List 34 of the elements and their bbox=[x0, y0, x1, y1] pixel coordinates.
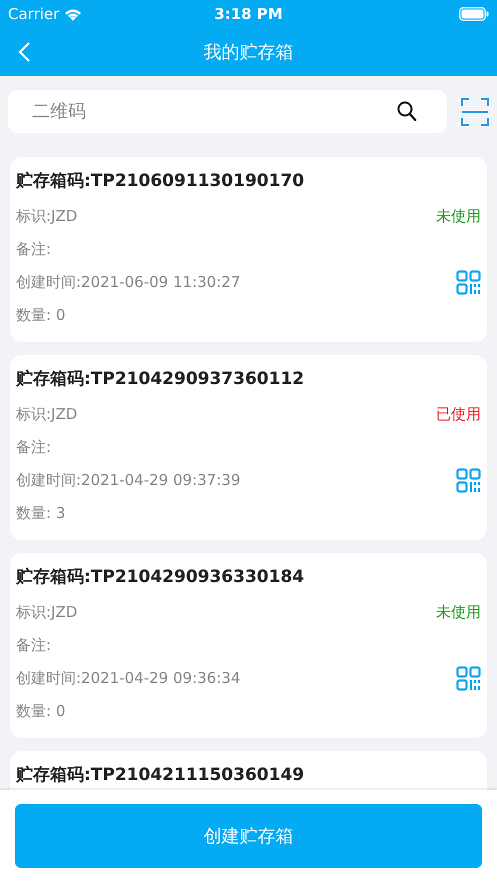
wifi-icon bbox=[64, 8, 82, 20]
status-label: 未使用 bbox=[436, 207, 481, 226]
qr-code-icon[interactable] bbox=[456, 468, 481, 493]
battery-icon bbox=[459, 7, 489, 21]
tag-label: 标识:JZD bbox=[16, 603, 78, 622]
tag-label: 标识:JZD bbox=[16, 207, 78, 226]
page-title: 我的贮存箱 bbox=[204, 41, 294, 64]
box-code: 贮存箱码:TP2106091130190170 bbox=[16, 170, 304, 192]
search-icon[interactable] bbox=[397, 101, 417, 122]
quantity-label: 数量: 0 bbox=[16, 702, 66, 721]
quantity-label: 数量: 0 bbox=[16, 306, 66, 325]
box-code: 贮存箱码:TP2104290937360112 bbox=[16, 368, 304, 390]
status-label: 已使用 bbox=[436, 405, 481, 424]
note-label: 备注: bbox=[16, 438, 52, 457]
storage-box-card[interactable]: 贮存箱码:TP2106091130190170 标识:JZD 未使用 备注: 创建时间:2021-06-09 11:30:27 数量: 0 bbox=[10, 157, 487, 342]
status-label: 未使用 bbox=[436, 603, 481, 622]
scan-icon[interactable] bbox=[461, 98, 489, 126]
box-code: 贮存箱码:TP2104211150360149 bbox=[16, 764, 304, 786]
tag-label: 标识:JZD bbox=[16, 405, 78, 424]
qr-code-icon[interactable] bbox=[456, 270, 481, 295]
storage-box-card[interactable]: 贮存箱码:TP2104290937360112 标识:JZD 已使用 备注: 创建时间:2021-04-29 09:37:39 数量: 3 bbox=[10, 355, 487, 540]
created-time: 创建时间:2021-06-09 11:30:27 bbox=[16, 273, 240, 292]
status-time: 3:18 PM bbox=[214, 5, 283, 23]
storage-box-card[interactable]: 贮存箱码:TP2104290936330184 标识:JZD 未使用 备注: 创建时间:2021-04-29 09:36:34 数量: 0 bbox=[10, 553, 487, 738]
qr-code-icon[interactable] bbox=[456, 666, 481, 691]
created-time: 创建时间:2021-04-29 09:36:34 bbox=[16, 669, 240, 688]
created-time: 创建时间:2021-04-29 09:37:39 bbox=[16, 471, 240, 490]
storage-box-card[interactable]: 贮存箱码:TP2104211150360149 bbox=[10, 751, 487, 790]
search-field[interactable]: 二维码 bbox=[8, 90, 447, 133]
box-code: 贮存箱码:TP2104290936330184 bbox=[16, 566, 304, 588]
note-label: 备注: bbox=[16, 240, 52, 259]
carrier-label: Carrier bbox=[8, 5, 60, 23]
quantity-label: 数量: 3 bbox=[16, 504, 66, 523]
note-label: 备注: bbox=[16, 636, 52, 655]
